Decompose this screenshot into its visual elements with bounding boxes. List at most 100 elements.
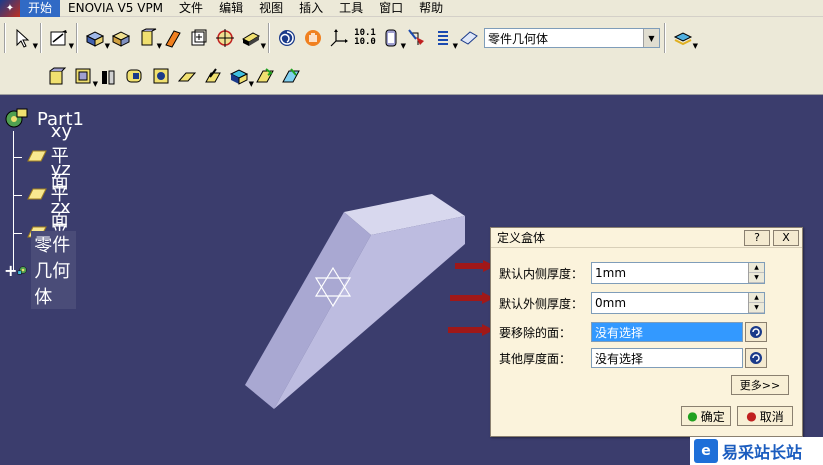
body-selector-value: 零件几何体 — [488, 31, 549, 46]
axis-button[interactable] — [326, 24, 352, 52]
outer-thickness-spinner[interactable]: ▲ ▼ — [748, 293, 764, 313]
surface-button[interactable]: ▼ — [238, 24, 266, 52]
inner-thickness-row: 默认内侧厚度： 1mm ▲ ▼ — [499, 262, 765, 284]
crosshair-icon — [216, 29, 234, 47]
tree-item-part-body[interactable]: + 零件几何体 — [4, 231, 76, 309]
annotation-arrow-icon — [450, 292, 494, 304]
ok-button-label: 确定 — [700, 409, 725, 424]
plane-icon — [26, 149, 48, 166]
apply-material-button[interactable]: ▼ — [670, 24, 698, 52]
list-button[interactable]: ▼ — [430, 24, 458, 52]
toolbar-row-1: ▼ ▼ ▼ ▼ ▼ 10.1 10.0 ▼ ▼ 零件几何体 ▼ ▼ — [0, 19, 698, 57]
close-surface-button[interactable] — [252, 62, 278, 90]
dropdown-arrow-icon[interactable]: ▼ — [693, 42, 698, 50]
split-button[interactable] — [200, 62, 226, 90]
annotation-arrow-icon — [455, 260, 495, 272]
cursor-arrow-icon — [16, 28, 30, 48]
toolbar-row-2: ▼ ▼ — [44, 57, 304, 95]
menu-insert[interactable]: 插入 — [291, 0, 331, 17]
inner-thickness-field[interactable]: 1mm ▲ ▼ — [591, 262, 765, 284]
catia-logo-icon[interactable]: ✦ — [0, 0, 20, 17]
fillet-icon — [141, 28, 157, 46]
dropdown-arrow-icon[interactable]: ▼ — [69, 42, 74, 50]
transform-icon — [191, 29, 207, 46]
body-selector-combo[interactable]: 零件几何体 ▼ — [484, 28, 660, 48]
other-thickness-field[interactable]: 没有选择 — [591, 348, 743, 368]
select-tool-button[interactable]: ▼ — [10, 24, 38, 52]
draft-icon — [165, 30, 181, 48]
thread-button[interactable] — [122, 62, 148, 90]
dialog-title-bar[interactable]: 定义盒体 ? X — [491, 228, 802, 248]
close-button[interactable]: X — [773, 229, 799, 246]
boolean-button[interactable] — [212, 24, 238, 52]
faces-to-remove-list-button[interactable] — [745, 322, 767, 342]
menu-help[interactable]: 帮助 — [411, 0, 451, 17]
surface-based-icon — [241, 32, 261, 46]
update-button[interactable] — [274, 24, 300, 52]
watermark-logo-icon: e — [694, 439, 718, 463]
fillet-button[interactable]: ▼ — [134, 24, 162, 52]
toolbar-separator — [40, 23, 42, 53]
menu-enovia[interactable]: ENOVIA V5 VPM — [60, 0, 171, 17]
hand-button[interactable] — [300, 24, 326, 52]
remove-face-button[interactable] — [148, 62, 174, 90]
replace-face-button[interactable] — [174, 62, 200, 90]
define-work-object-button[interactable] — [456, 24, 482, 52]
selection-list-icon — [750, 326, 762, 338]
spin-up-icon[interactable]: ▲ — [749, 263, 764, 273]
ok-button[interactable]: ● 确定 — [681, 406, 731, 426]
transform-button[interactable] — [186, 24, 212, 52]
sketch-icon — [50, 30, 67, 46]
constraint-button[interactable] — [404, 24, 430, 52]
sketch-button[interactable]: ▼ — [46, 24, 74, 52]
list-icon — [438, 31, 448, 45]
toolbar-grip[interactable] — [4, 23, 6, 53]
inner-thickness-spinner[interactable]: ▲ ▼ — [748, 263, 764, 283]
draft-button[interactable] — [160, 24, 186, 52]
dress-up-button-1[interactable] — [44, 62, 70, 90]
tree-branch-line — [13, 232, 22, 234]
help-button[interactable]: ? — [744, 229, 770, 246]
outer-thickness-value: 0mm — [595, 296, 627, 310]
measure-values: 10.1 10.0 — [354, 28, 376, 47]
measure-button[interactable]: 10.1 10.0 — [352, 24, 378, 52]
menu-start[interactable]: 开始 — [20, 0, 61, 17]
cancel-button[interactable]: ● 取消 — [737, 406, 793, 426]
dropdown-arrow-icon[interactable]: ▼ — [261, 42, 266, 50]
thick-surface-button[interactable] — [278, 62, 304, 90]
catalog-button[interactable]: ▼ — [378, 24, 406, 52]
spin-down-icon[interactable]: ▼ — [749, 273, 764, 283]
pocket-button[interactable] — [108, 24, 134, 52]
toolbar-separator — [664, 23, 666, 53]
chevron-down-icon[interactable]: ▼ — [643, 29, 659, 47]
axis-system-icon — [330, 29, 348, 47]
remove-face-icon — [153, 68, 169, 84]
dropdown-arrow-icon[interactable]: ▼ — [33, 42, 38, 50]
tree-branch-line — [13, 194, 22, 196]
faces-to-remove-row: 要移除的面： 没有选择 — [499, 322, 767, 342]
spin-up-icon[interactable]: ▲ — [749, 293, 764, 303]
catalog-icon — [385, 29, 397, 47]
thickness-button[interactable] — [96, 62, 122, 90]
other-thickness-row: 其他厚度面： 没有选择 — [499, 348, 767, 368]
menu-view[interactable]: 视图 — [251, 0, 291, 17]
menu-file[interactable]: 文件 — [171, 0, 211, 17]
define-shell-dialog: 定义盒体 ? X 默认内侧厚度： 1mm ▲ ▼ 默认外侧厚度： 0mm ▲ ▼ 要… — [490, 227, 803, 437]
dress-up-button-2[interactable]: ▼ — [70, 62, 98, 90]
menu-window[interactable]: 窗口 — [371, 0, 411, 17]
faces-to-remove-label: 要移除的面： — [499, 325, 572, 340]
menu-tools[interactable]: 工具 — [331, 0, 371, 17]
sew-button[interactable]: ▼ — [226, 62, 254, 90]
replace-face-icon — [177, 72, 197, 82]
selection-list-icon — [750, 352, 762, 364]
faces-to-remove-field[interactable]: 没有选择 — [591, 322, 743, 342]
thickness-icon — [102, 70, 115, 85]
menu-edit[interactable]: 编辑 — [211, 0, 251, 17]
outer-thickness-field[interactable]: 0mm ▲ ▼ — [591, 292, 765, 314]
other-thickness-list-button[interactable] — [745, 348, 767, 368]
expand-plus-icon[interactable]: + — [4, 261, 17, 280]
more-button[interactable]: 更多>> — [731, 375, 789, 395]
pad-button[interactable]: ▼ — [82, 24, 110, 52]
spin-down-icon[interactable]: ▼ — [749, 303, 764, 313]
other-thickness-label: 其他厚度面： — [499, 351, 572, 366]
